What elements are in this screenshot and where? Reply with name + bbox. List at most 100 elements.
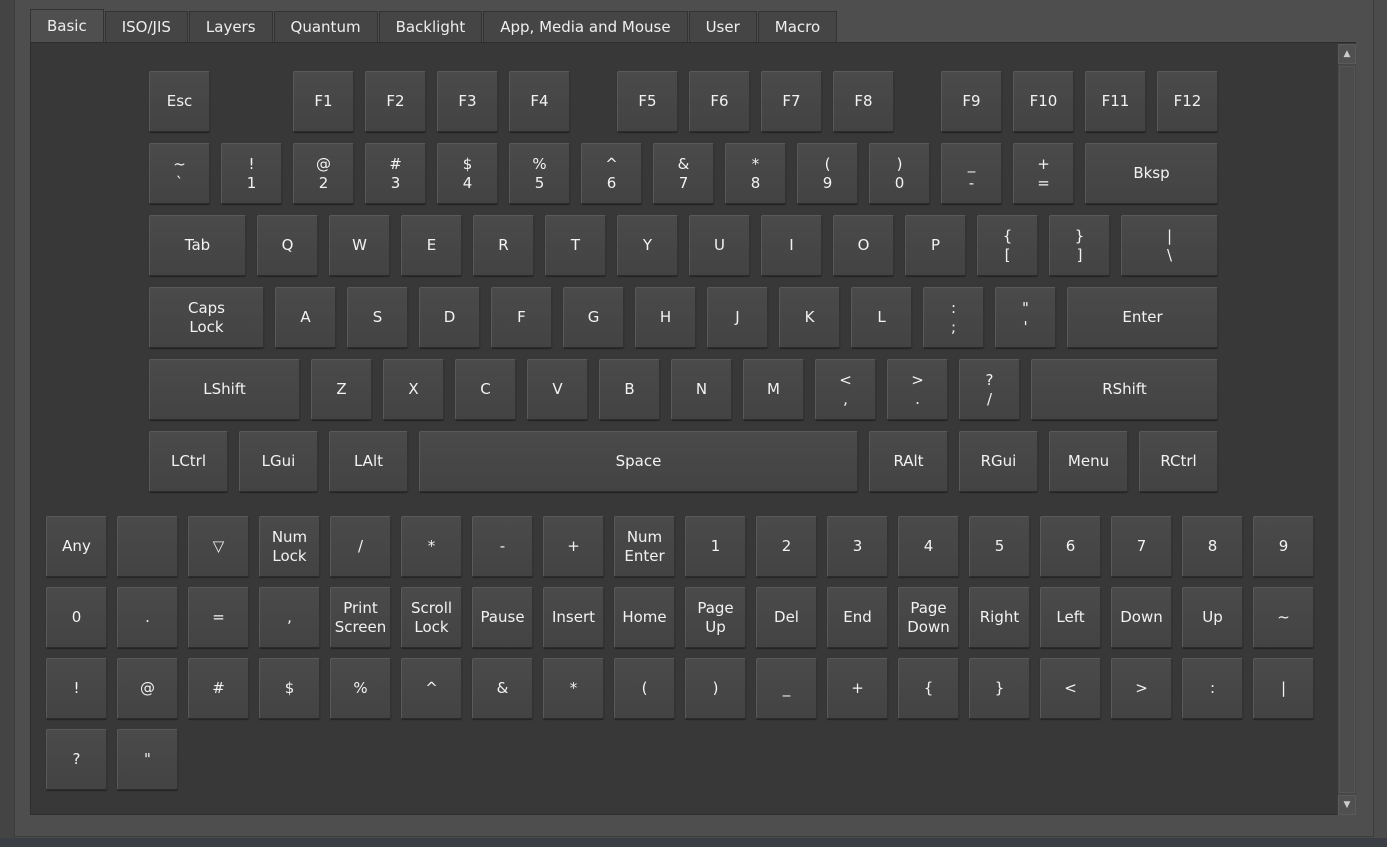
key-f2[interactable]: F2 (365, 71, 426, 132)
key-9[interactable]: ( 9 (797, 143, 858, 204)
key-b[interactable]: B (599, 359, 660, 420)
key-symbol[interactable]: ? / (959, 359, 1020, 420)
key-symbol[interactable]: + = (1013, 143, 1074, 204)
key-v[interactable]: V (527, 359, 588, 420)
key-f7[interactable]: F7 (761, 71, 822, 132)
tab-macro[interactable]: Macro (757, 11, 838, 42)
key-any[interactable]: Any (46, 516, 107, 577)
key-symbol[interactable]: < (1040, 658, 1101, 719)
key-del[interactable]: Del (756, 587, 817, 648)
key-rctrl[interactable]: RCtrl (1139, 431, 1218, 492)
key-f5[interactable]: F5 (617, 71, 678, 132)
scroll-down-button[interactable]: ▼ (1338, 795, 1356, 815)
key-symbol[interactable]: ~ ` (149, 143, 210, 204)
key-symbol[interactable]: @ (117, 658, 178, 719)
key-f10[interactable]: F10 (1013, 71, 1074, 132)
key-symbol[interactable]: | \ (1121, 215, 1218, 276)
key-5[interactable]: 5 (969, 516, 1030, 577)
key-8[interactable]: 8 (1182, 516, 1243, 577)
key-rgui[interactable]: RGui (959, 431, 1038, 492)
key-1[interactable]: 1 (685, 516, 746, 577)
key-symbol[interactable]: ~ (1253, 587, 1314, 648)
key-symbol[interactable]: $ (259, 658, 320, 719)
key-symbol[interactable]: + (543, 516, 604, 577)
key-f11[interactable]: F11 (1085, 71, 1146, 132)
key-symbol[interactable]: _ (756, 658, 817, 719)
key-5[interactable]: % 5 (509, 143, 570, 204)
key-space[interactable]: Space (419, 431, 858, 492)
key-7[interactable]: & 7 (653, 143, 714, 204)
key-l[interactable]: L (851, 287, 912, 348)
key-symbol[interactable]: > (1111, 658, 1172, 719)
key-symbol[interactable]: # (188, 658, 249, 719)
key-ralt[interactable]: RAlt (869, 431, 948, 492)
key-m[interactable]: M (743, 359, 804, 420)
key-6[interactable]: ^ 6 (581, 143, 642, 204)
key-symbol[interactable]: ^ (401, 658, 462, 719)
key-2[interactable]: @ 2 (293, 143, 354, 204)
key-f3[interactable]: F3 (437, 71, 498, 132)
key-7[interactable]: 7 (1111, 516, 1172, 577)
key-f6[interactable]: F6 (689, 71, 750, 132)
key-menu[interactable]: Menu (1049, 431, 1128, 492)
key-page-up[interactable]: Page Up (685, 587, 746, 648)
tab-basic[interactable]: Basic (30, 9, 104, 43)
key-q[interactable]: Q (257, 215, 318, 276)
key-symbol[interactable]: = (188, 587, 249, 648)
tab-user[interactable]: User (688, 11, 757, 42)
key-3[interactable]: # 3 (365, 143, 426, 204)
key-f8[interactable]: F8 (833, 71, 894, 132)
key-symbol[interactable]: _ - (941, 143, 1002, 204)
key-symbol[interactable]: * (401, 516, 462, 577)
key-j[interactable]: J (707, 287, 768, 348)
key-lgui[interactable]: LGui (239, 431, 318, 492)
key-g[interactable]: G (563, 287, 624, 348)
key-0[interactable]: 0 (46, 587, 107, 648)
key-e[interactable]: E (401, 215, 462, 276)
key-symbol[interactable]: ) (685, 658, 746, 719)
key-symbol[interactable]: | (1253, 658, 1314, 719)
key-symbol[interactable]: " (117, 729, 178, 790)
key-symbol[interactable]: ( (614, 658, 675, 719)
key-insert[interactable]: Insert (543, 587, 604, 648)
key-x[interactable]: X (383, 359, 444, 420)
key-f9[interactable]: F9 (941, 71, 1002, 132)
key-symbol[interactable]: - (472, 516, 533, 577)
key-page-down[interactable]: Page Down (898, 587, 959, 648)
key-symbol[interactable]: ! (46, 658, 107, 719)
key-0[interactable]: ) 0 (869, 143, 930, 204)
key-symbol[interactable]: < , (815, 359, 876, 420)
scroll-up-button[interactable]: ▲ (1338, 44, 1356, 64)
key-a[interactable]: A (275, 287, 336, 348)
key-f[interactable]: F (491, 287, 552, 348)
key-left[interactable]: Left (1040, 587, 1101, 648)
key-symbol[interactable]: } (969, 658, 1030, 719)
key-z[interactable]: Z (311, 359, 372, 420)
key-i[interactable]: I (761, 215, 822, 276)
key-p[interactable]: P (905, 215, 966, 276)
key-symbol[interactable]: % (330, 658, 391, 719)
key-c[interactable]: C (455, 359, 516, 420)
key-f12[interactable]: F12 (1157, 71, 1218, 132)
key-y[interactable]: Y (617, 215, 678, 276)
key-esc[interactable]: Esc (149, 71, 210, 132)
key-symbol[interactable]: { [ (977, 215, 1038, 276)
key-symbol[interactable]: ▽ (188, 516, 249, 577)
tab-backlight[interactable]: Backlight (378, 11, 483, 42)
key-bksp[interactable]: Bksp (1085, 143, 1218, 204)
scroll-thumb[interactable] (1339, 66, 1355, 793)
key-symbol[interactable]: & (472, 658, 533, 719)
key-up[interactable]: Up (1182, 587, 1243, 648)
key-num-lock[interactable]: Num Lock (259, 516, 320, 577)
key-d[interactable]: D (419, 287, 480, 348)
key-symbol[interactable]: ? (46, 729, 107, 790)
key-print-screen[interactable]: Print Screen (330, 587, 391, 648)
key-h[interactable]: H (635, 287, 696, 348)
key-2[interactable]: 2 (756, 516, 817, 577)
key-k[interactable]: K (779, 287, 840, 348)
key-symbol[interactable]: * (543, 658, 604, 719)
key-f1[interactable]: F1 (293, 71, 354, 132)
key-s[interactable]: S (347, 287, 408, 348)
key-9[interactable]: 9 (1253, 516, 1314, 577)
key-u[interactable]: U (689, 215, 750, 276)
